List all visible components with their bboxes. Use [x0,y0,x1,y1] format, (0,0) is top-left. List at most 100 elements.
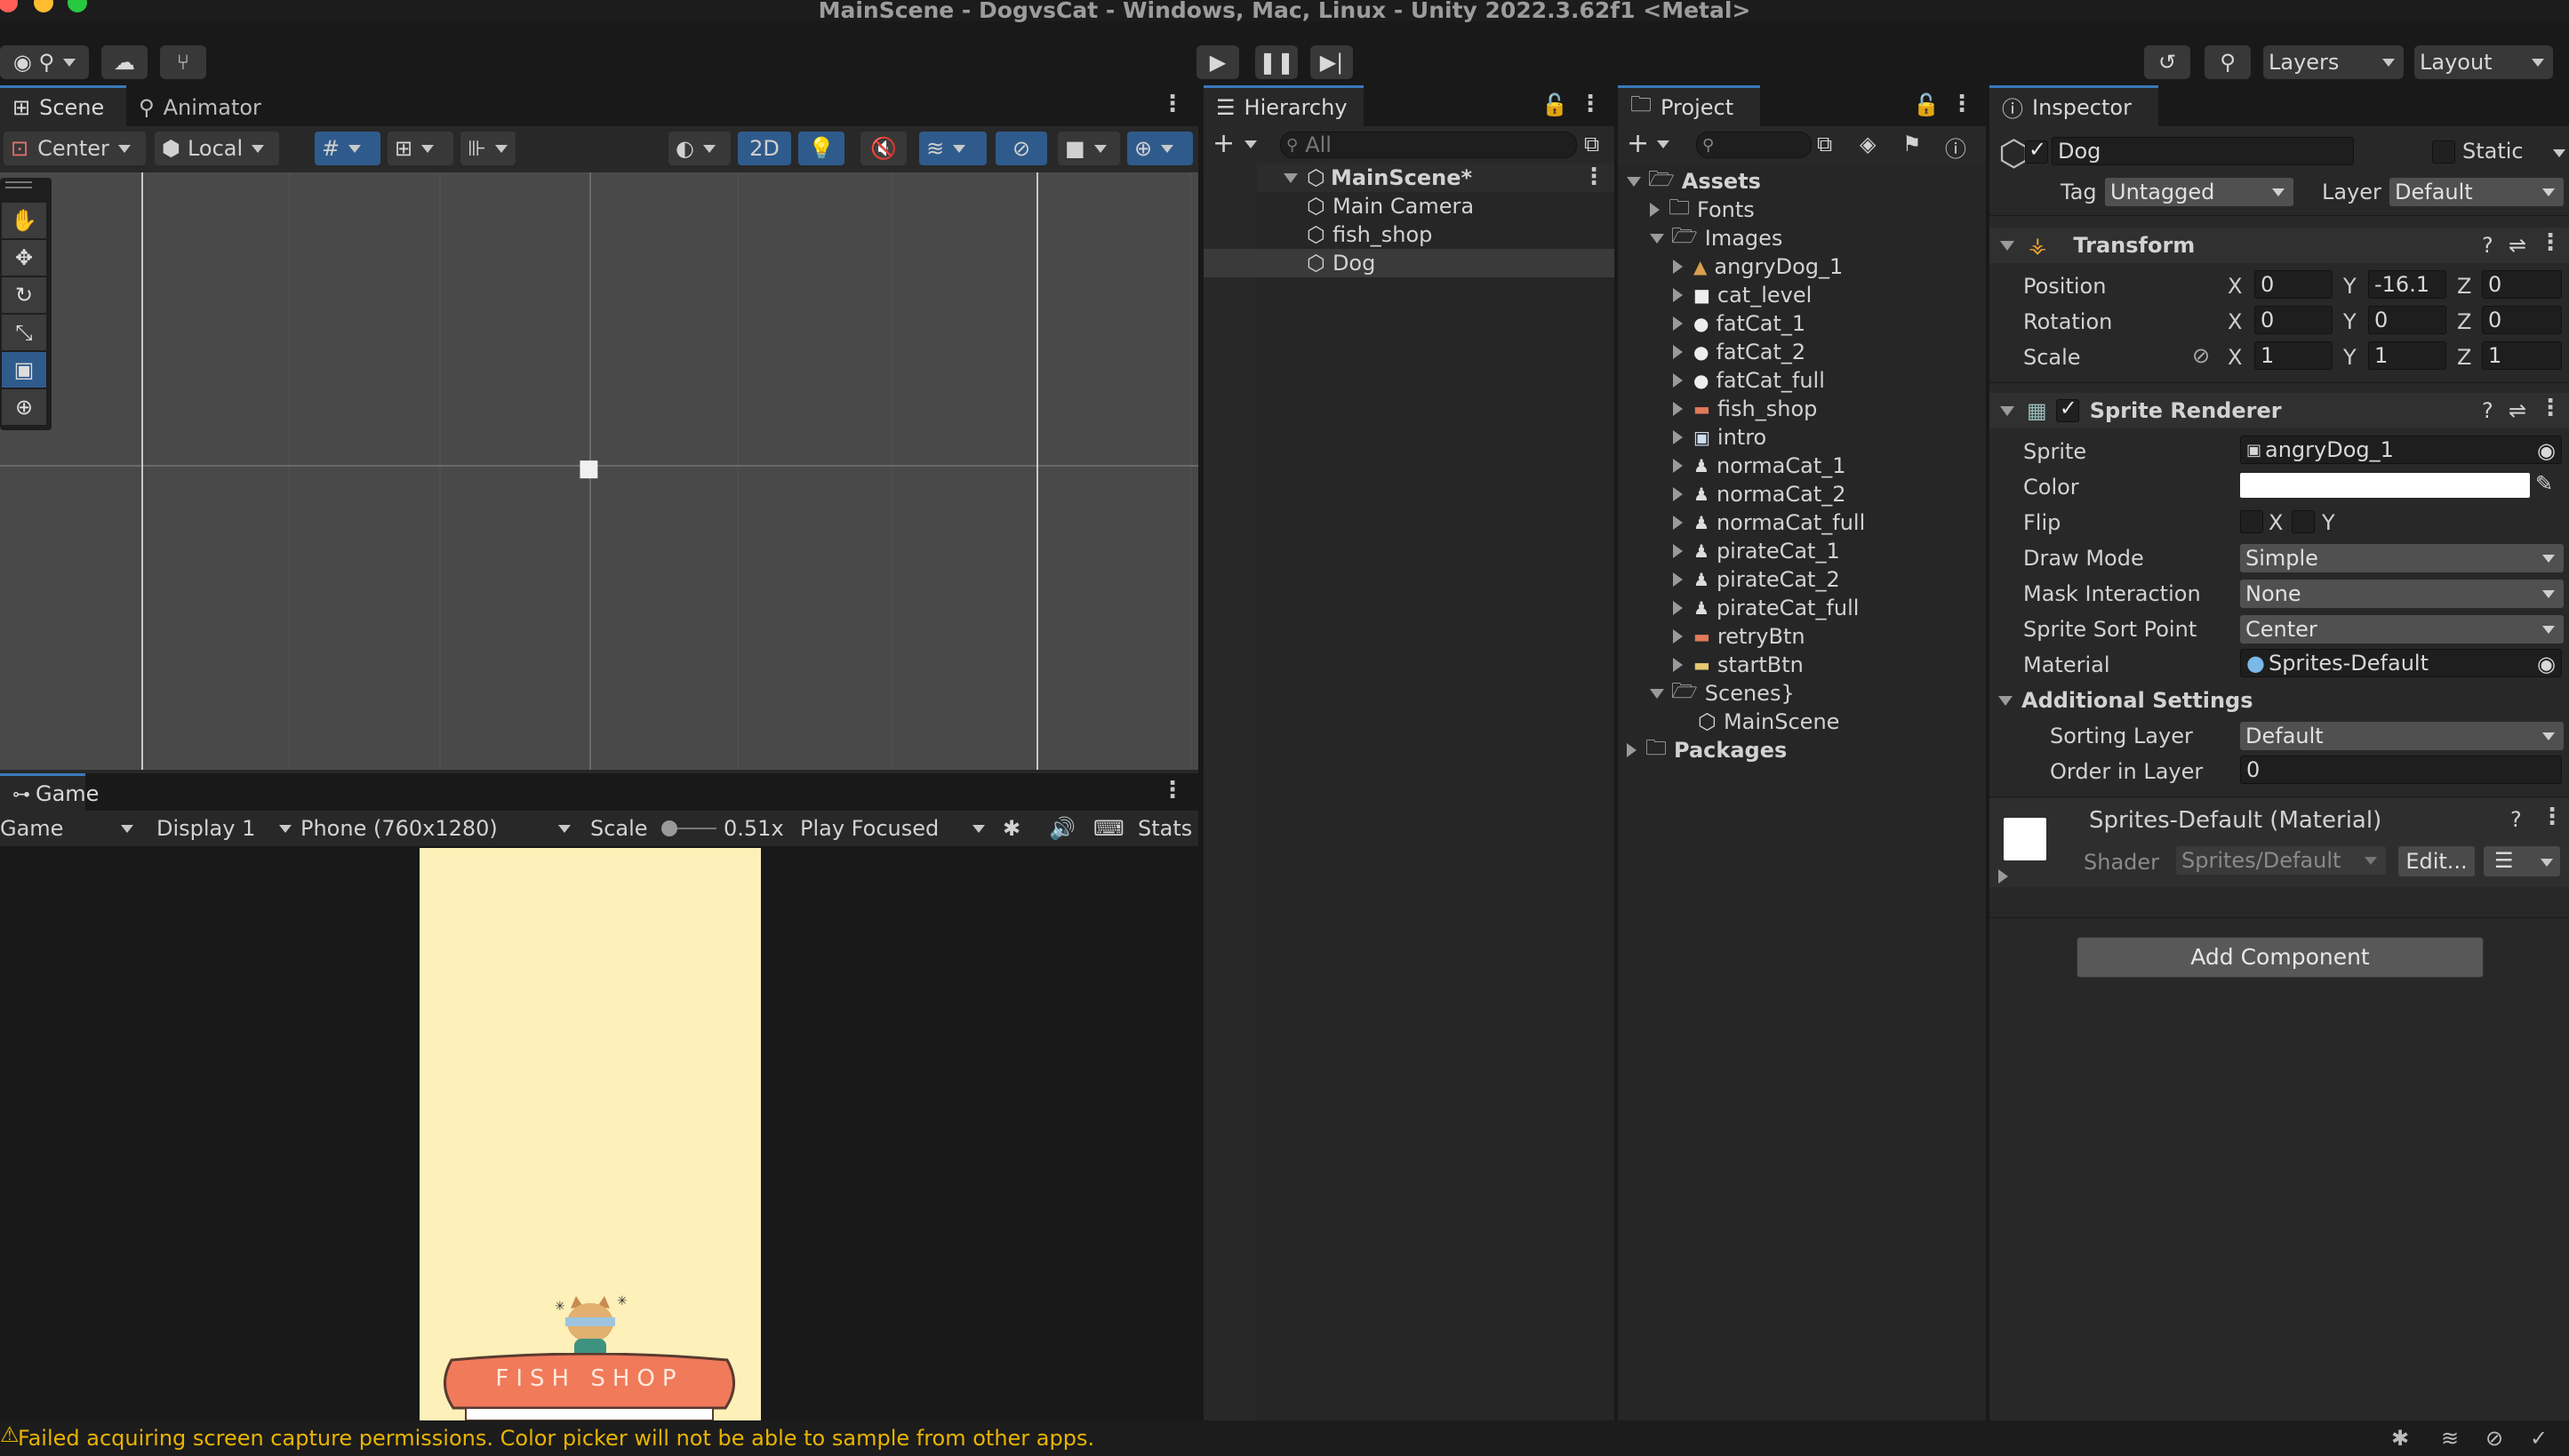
hierarchy-item[interactable]: ⬡ Main Camera [1307,192,1474,220]
search-button[interactable]: ⚲ [2205,45,2251,79]
shader-options-button[interactable]: ☰ [2484,846,2560,876]
rotate-tool-icon[interactable]: ↻ [2,277,46,313]
object-picker-icon[interactable]: ◉ [2537,652,2556,676]
move-tool-icon[interactable]: ✥ [2,240,46,276]
sort-point-dropdown[interactable]: Center [2240,615,2564,644]
flip-x-checkbox[interactable] [2240,510,2263,533]
color-swatch[interactable] [2240,473,2530,498]
history-button[interactable]: ↺ [2144,45,2190,79]
image-asset[interactable]: ♟ pirateCat_full [1673,594,1859,622]
play-button[interactable]: ▶ [1196,45,1239,79]
palette-grip-icon[interactable] [5,181,32,188]
transform-menu-icon[interactable]: ⋮ [2539,229,2562,256]
lighting-toggle[interactable]: 💡 [798,132,844,165]
pivot-mode-dropdown[interactable]: ⊡ Center [4,132,146,165]
layers-dropdown[interactable]: Layers [2263,45,2404,79]
tab-scene[interactable]: ⊞ Scene [0,85,133,126]
add-icon[interactable]: + [1627,128,1649,159]
edit-shader-button[interactable]: Edit... [2398,846,2475,876]
static-dropdown-icon[interactable] [2553,149,2565,157]
sorting-layer-dropdown[interactable]: Default [2240,722,2564,750]
scale-x-input[interactable]: 1 [2254,341,2333,370]
hierarchy-menu-icon[interactable]: ⋮ [1579,91,1602,117]
flip-y-checkbox[interactable] [2292,510,2315,533]
shader-dropdown[interactable]: Sprites/Default [2176,846,2386,875]
scene-viewport[interactable]: ■ ✋ ✥ ↻ ⤡ ▣ ⊕ [0,172,1198,770]
expand-arrow-icon[interactable] [1673,516,1683,530]
label-tag-icon[interactable]: ⚑ [1902,132,1922,156]
help-icon[interactable]: ? [2510,807,2522,832]
tab-game[interactable]: ⊶ Game [0,773,99,811]
folder-fonts[interactable]: 🗀 Fonts [1650,195,1755,224]
camera-settings-dropdown[interactable]: ■ [1058,132,1120,165]
preset-icon[interactable]: ⇌ [2509,398,2526,423]
draw-mode-dropdown[interactable]: ◐ [668,132,731,165]
hand-tool-icon[interactable]: ✋ [2,203,46,238]
progress-icon[interactable]: ⊘ [2485,1426,2503,1451]
folder-images[interactable]: 🗁 Images [1650,223,1782,252]
checkmark-icon[interactable]: ✓ [2530,1426,2548,1451]
audio-toggle[interactable]: 🔇 [860,132,907,165]
account-button[interactable]: ◉ ⚲ [0,45,89,79]
scale-thumb[interactable] [661,820,677,836]
help-icon[interactable]: ? [2482,398,2493,423]
filter-type-icon[interactable]: ◈ [1860,132,1876,156]
add-dropdown-icon[interactable] [1244,140,1257,148]
status-message[interactable]: Failed acquiring screen capture permissi… [18,1426,1094,1451]
image-asset[interactable]: ● fatCat_full [1673,366,1825,395]
expand-arrow-icon[interactable] [1673,601,1683,615]
object-picker-icon[interactable]: ◉ [2537,438,2556,463]
pause-button[interactable]: ❚❚ [1255,45,1298,79]
folder-assets[interactable]: 🗁 Assets [1627,166,1761,196]
scale-z-input[interactable]: 1 [2482,341,2562,370]
additional-settings-foldout[interactable]: Additional Settings [1998,686,2253,715]
game-view[interactable]: ✳ ✳ FISH SHOP [420,848,761,1420]
mode-2d-toggle[interactable]: 2D [738,132,791,165]
project-search-input[interactable]: ⚲ [1696,132,1812,158]
order-in-layer-input[interactable]: 0 [2240,756,2562,784]
expand-arrow-icon[interactable] [1673,459,1683,473]
sprite-renderer-menu-icon[interactable]: ⋮ [2539,395,2562,421]
image-asset[interactable]: ■ cat_level [1673,281,1812,309]
image-asset[interactable]: ● fatCat_2 [1673,338,1805,366]
object-name-input[interactable]: Dog [2052,137,2354,165]
tab-hierarchy[interactable]: ☰ Hierarchy [1204,85,1364,126]
expand-arrow-icon[interactable] [1673,288,1683,302]
tag-dropdown[interactable]: Untagged [2105,178,2293,206]
help-icon[interactable]: ? [2482,233,2493,258]
position-x-input[interactable]: 0 [2254,270,2333,299]
expand-arrow-icon[interactable] [1673,487,1683,501]
snap-increment-toggle[interactable]: ⊞ [388,132,453,165]
material-foldout-icon[interactable] [1998,869,2008,884]
resolution-dropdown[interactable]: Phone (760x1280) [300,811,576,846]
material-menu-icon[interactable]: ⋮ [2541,804,2564,830]
add-component-button[interactable]: Add Component [2077,937,2484,978]
camera-gizmo-icon[interactable]: ■ [578,455,600,482]
image-asset[interactable]: ▬ fish_shop [1673,395,1817,423]
folder-packages[interactable]: 🗀 Packages [1627,735,1787,764]
pivot-rotation-dropdown[interactable]: ⬢ Local [155,132,279,165]
expand-arrow-icon[interactable] [1673,402,1683,416]
tab-project[interactable]: 🗀 Project [1618,85,1760,126]
position-y-input[interactable]: -16.1 [2368,270,2446,299]
eyedropper-icon[interactable]: ✎ [2535,471,2553,496]
expand-arrow-icon[interactable] [1673,629,1683,644]
rect-tool-icon[interactable]: ▣ [2,352,46,388]
sprite-renderer-header[interactable]: ▦ Sprite Renderer ? ⇌ ⋮ [1989,393,2569,428]
active-checkbox[interactable] [2025,137,2048,164]
project-menu-icon[interactable]: ⋮ [1950,91,1973,117]
expand-arrow-icon[interactable] [1673,373,1683,388]
layout-dropdown[interactable]: Layout [2414,45,2553,79]
game-menu-icon[interactable]: ⋮ [1161,777,1184,804]
folder-scenes[interactable]: 🗁 Scenes } [1650,678,1795,708]
draw-mode-dropdown[interactable]: Simple [2240,544,2564,572]
game-view-dropdown[interactable]: Game [0,811,142,846]
keyboard-icon[interactable]: ⌨ [1093,816,1124,841]
scale-y-input[interactable]: 1 [2368,341,2446,370]
image-asset[interactable]: ♟ normaCat_2 [1673,480,1846,508]
debug-icon[interactable]: ✱ [2391,1426,2409,1451]
hierarchy-item[interactable]: ⬡ fish_shop [1307,220,1432,249]
expand-arrow-icon[interactable] [1673,345,1683,359]
rotation-x-input[interactable]: 0 [2254,306,2333,334]
hierarchy-search-input[interactable]: ⚲ All [1280,132,1577,158]
